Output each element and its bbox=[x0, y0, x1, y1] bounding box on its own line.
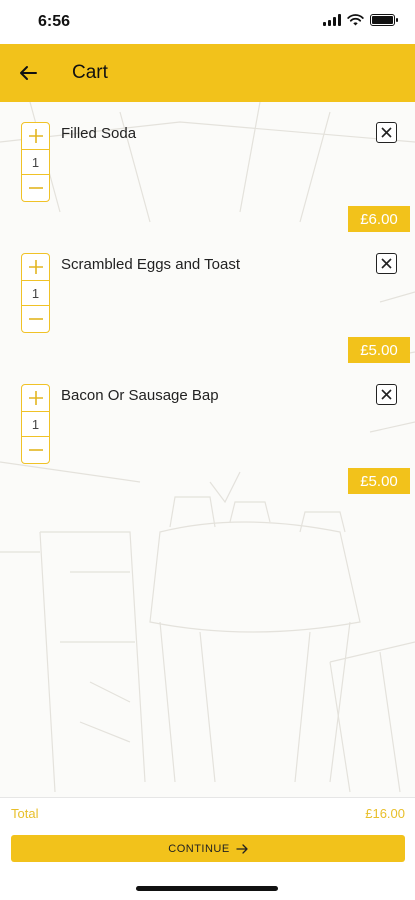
remove-item-button[interactable] bbox=[376, 122, 397, 143]
quantity-value: 1 bbox=[22, 149, 49, 175]
item-price: £6.00 bbox=[348, 206, 410, 232]
total-row: Total £16.00 bbox=[11, 806, 405, 821]
minus-icon bbox=[28, 187, 43, 189]
increment-button[interactable] bbox=[22, 385, 49, 411]
cart-item: 1 Bacon Or Sausage Bap £5.00 bbox=[0, 364, 415, 494]
plus-icon bbox=[28, 129, 43, 143]
item-price: £5.00 bbox=[348, 337, 410, 363]
home-indicator bbox=[136, 886, 278, 891]
arrow-right-icon bbox=[236, 843, 248, 854]
increment-button[interactable] bbox=[22, 123, 49, 149]
app-bar: Cart bbox=[0, 44, 415, 102]
battery-icon bbox=[370, 14, 398, 26]
decrement-button[interactable] bbox=[22, 437, 49, 463]
decrement-button[interactable] bbox=[22, 306, 49, 332]
item-name: Bacon Or Sausage Bap bbox=[61, 387, 219, 404]
cart-item: 1 Filled Soda £6.00 bbox=[0, 102, 415, 232]
back-button[interactable] bbox=[0, 44, 56, 102]
signal-icon bbox=[323, 14, 341, 26]
arrow-left-icon bbox=[20, 66, 37, 80]
quantity-value: 1 bbox=[22, 280, 49, 306]
decrement-button[interactable] bbox=[22, 175, 49, 201]
minus-icon bbox=[28, 318, 43, 320]
close-icon bbox=[381, 127, 392, 138]
plus-icon bbox=[28, 260, 43, 274]
quantity-stepper: 1 bbox=[21, 384, 50, 464]
cart-item: 1 Scrambled Eggs and Toast £5.00 bbox=[0, 233, 415, 363]
remove-item-button[interactable] bbox=[376, 384, 397, 405]
quantity-stepper: 1 bbox=[21, 253, 50, 333]
close-icon bbox=[381, 389, 392, 400]
cart-content: 1 Filled Soda £6.00 1 Scrambled Eggs and… bbox=[0, 102, 415, 797]
increment-button[interactable] bbox=[22, 254, 49, 280]
total-label: Total bbox=[11, 806, 39, 821]
continue-label: CONTINUE bbox=[168, 842, 230, 855]
item-name: Scrambled Eggs and Toast bbox=[61, 256, 240, 273]
status-bar: 6:56 bbox=[0, 0, 415, 44]
continue-button[interactable]: CONTINUE bbox=[11, 835, 405, 862]
plus-icon bbox=[28, 391, 43, 405]
item-name: Filled Soda bbox=[61, 125, 137, 142]
wifi-icon bbox=[347, 14, 364, 26]
quantity-value: 1 bbox=[22, 411, 49, 437]
status-icons bbox=[323, 14, 398, 26]
close-icon bbox=[381, 258, 392, 269]
status-time: 6:56 bbox=[38, 13, 71, 30]
remove-item-button[interactable] bbox=[376, 253, 397, 274]
page-title: Cart bbox=[72, 62, 108, 83]
minus-icon bbox=[28, 449, 43, 451]
quantity-stepper: 1 bbox=[21, 122, 50, 202]
total-value: £16.00 bbox=[365, 806, 405, 821]
cart-footer: Total £16.00 CONTINUE bbox=[0, 797, 415, 900]
item-price: £5.00 bbox=[348, 468, 410, 494]
